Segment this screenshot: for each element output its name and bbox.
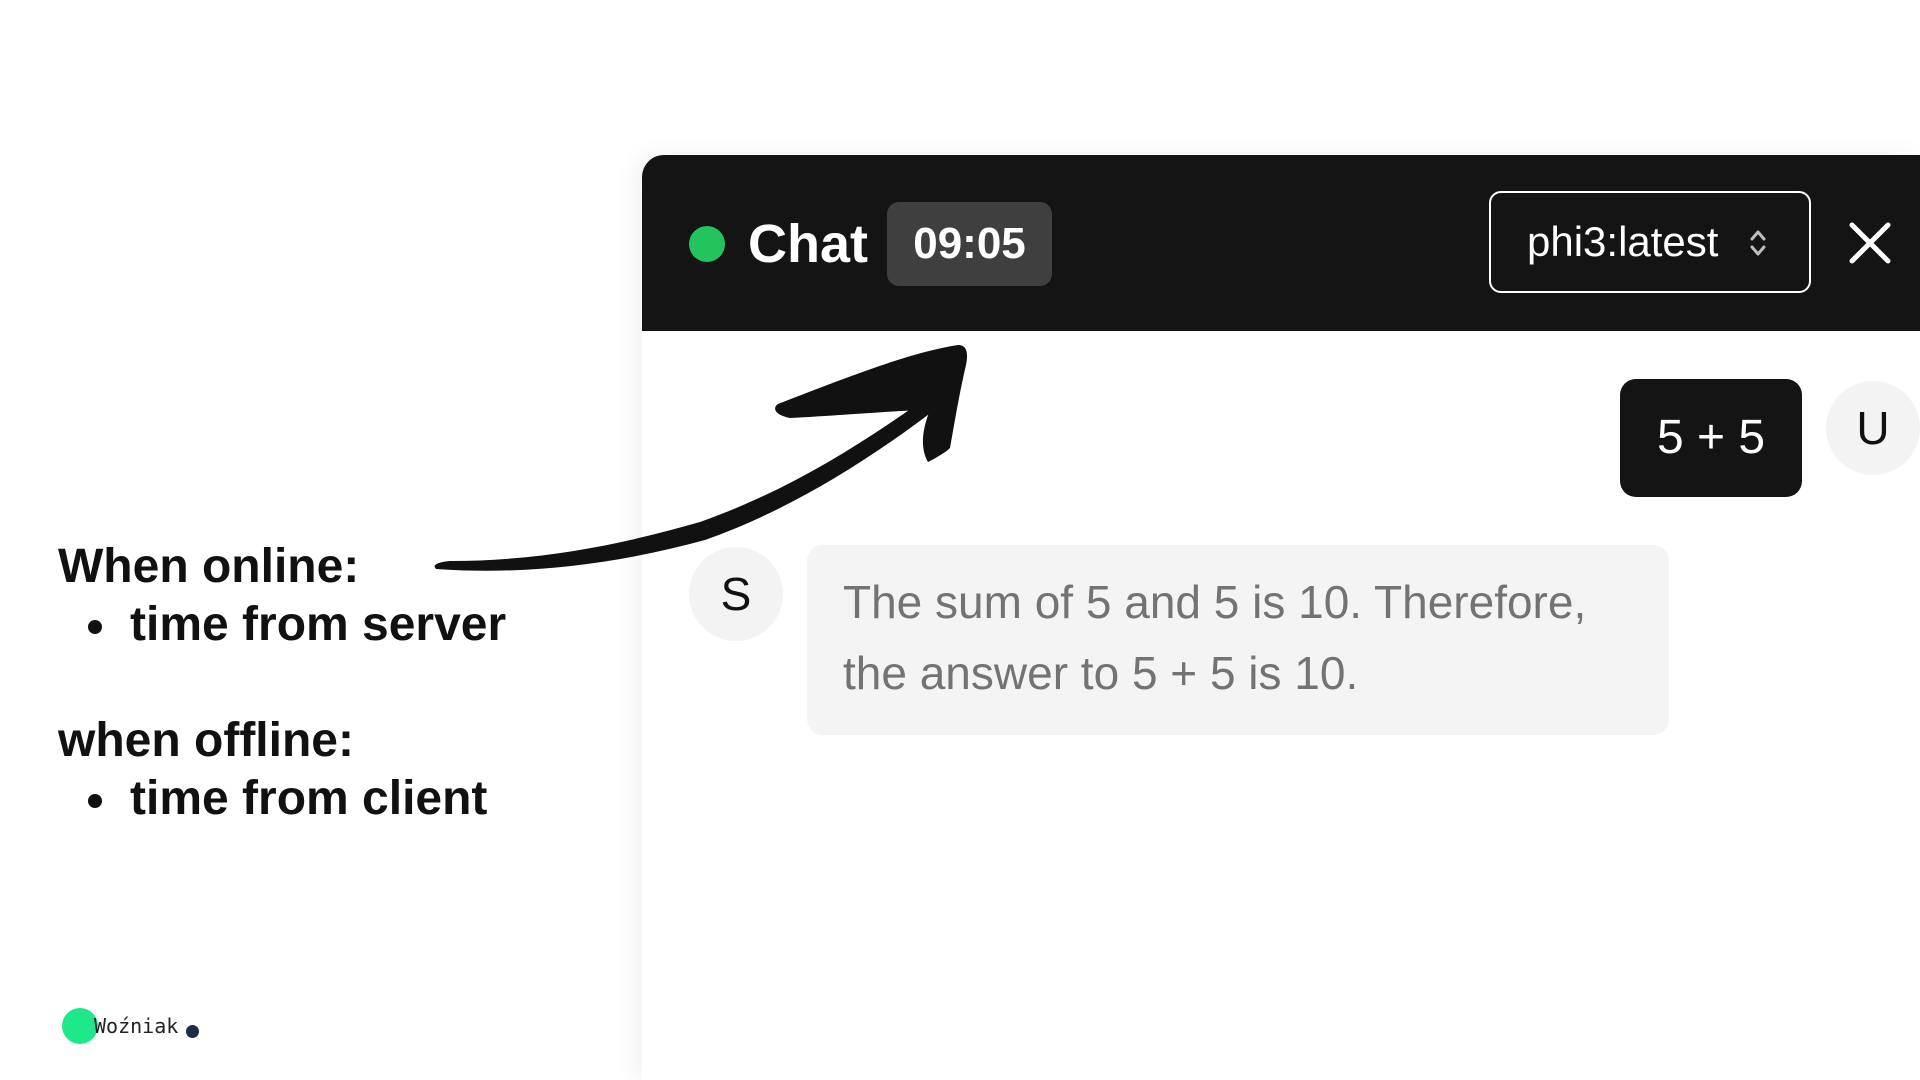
slide: When online: time from server when offli… bbox=[0, 0, 1920, 1080]
user-message: 5 + 5 bbox=[1620, 379, 1802, 497]
offline-list-item: time from client bbox=[88, 770, 578, 828]
logo-mark-icon bbox=[62, 1008, 98, 1044]
model-select-value: phi3:latest bbox=[1527, 218, 1719, 265]
offline-list: time from client bbox=[58, 770, 578, 828]
status-dot-icon bbox=[689, 226, 725, 262]
system-avatar: S bbox=[689, 547, 783, 641]
logo-dot-icon bbox=[186, 1025, 199, 1038]
time-badge: 09:05 bbox=[887, 202, 1052, 286]
user-avatar: U bbox=[1826, 381, 1920, 475]
online-item-text: time from server bbox=[130, 598, 507, 651]
chat-title: Chat bbox=[748, 214, 868, 274]
system-message: The sum of 5 and 5 is 10. Therefore, the… bbox=[807, 545, 1669, 735]
close-icon[interactable] bbox=[1842, 215, 1898, 271]
offline-item-text: time from client bbox=[130, 772, 488, 825]
bullet-icon bbox=[88, 794, 102, 808]
chevron-up-down-icon bbox=[1750, 230, 1766, 256]
online-list: time from server bbox=[58, 596, 578, 654]
offline-heading: when offline: bbox=[58, 714, 354, 767]
online-list-item: time from server bbox=[88, 596, 578, 654]
annotation-notes: When online: time from server when offli… bbox=[58, 538, 578, 828]
bullet-icon bbox=[88, 620, 102, 634]
model-select[interactable]: phi3:latest bbox=[1489, 191, 1811, 293]
online-heading: When online: bbox=[58, 540, 360, 593]
chat-panel: Chat 09:05 phi3:latest 5 + 5 U S The sum… bbox=[642, 155, 1920, 1080]
chat-header: Chat 09:05 phi3:latest bbox=[642, 155, 1920, 331]
logo-text: Woźniak bbox=[94, 1014, 179, 1038]
